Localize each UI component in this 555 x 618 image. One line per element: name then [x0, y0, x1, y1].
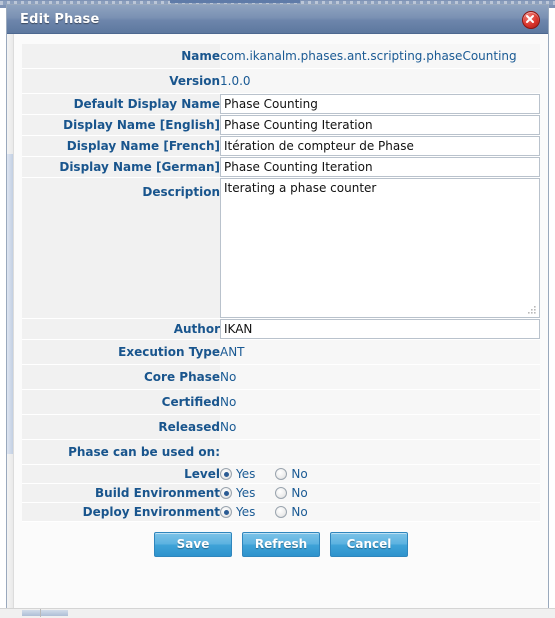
radio-group: Yes No	[220, 503, 540, 521]
form-row: Display Name [French]	[22, 135, 540, 157]
dialog-titlebar: Edit Phase	[7, 5, 548, 34]
radio-option-label: No	[291, 486, 308, 500]
field-label: Phase can be used on:	[22, 439, 220, 465]
text-input[interactable]	[220, 136, 540, 156]
save-button[interactable]: Save	[154, 532, 232, 557]
radio-button[interactable]	[220, 468, 232, 480]
radio-group: Yes No	[220, 484, 540, 502]
field-label: Level	[22, 464, 220, 484]
field-label: Build Environment	[22, 483, 220, 503]
radio-option[interactable]: No	[275, 467, 308, 481]
form-row: Default Display Name	[22, 93, 540, 115]
section-cell	[220, 439, 540, 465]
radio-option[interactable]: No	[275, 505, 308, 519]
description-textarea[interactable]	[220, 178, 540, 318]
field-input-cell	[220, 318, 540, 340]
field-label: Default Display Name	[22, 93, 220, 115]
radio-option[interactable]: No	[275, 486, 308, 500]
field-label: Certified	[22, 389, 220, 415]
readonly-value: 1.0.0	[220, 68, 540, 94]
text-input[interactable]	[220, 94, 540, 114]
radio-option[interactable]: Yes	[220, 467, 255, 481]
scrollbar-tick	[40, 609, 41, 617]
dialog-footer: Save Refresh Cancel	[22, 522, 540, 569]
textarea-wrapper	[220, 178, 540, 318]
radio-button[interactable]	[220, 506, 232, 518]
form-row: Build Environment Yes No	[22, 483, 540, 503]
dialog-title: Edit Phase	[20, 11, 100, 27]
horizontal-scrollbar-thumb[interactable]	[22, 610, 68, 616]
radio-button[interactable]	[275, 506, 288, 518]
radio-option-label: Yes	[236, 467, 256, 481]
field-label: Name	[22, 44, 220, 69]
field-label: Deploy Environment	[22, 502, 220, 522]
radio-option[interactable]: Yes	[220, 505, 255, 519]
readonly-value: No	[220, 414, 540, 440]
readonly-value: ANT	[220, 339, 540, 365]
form-row: Name com.ikanalm.phases.ant.scripting.pha…	[22, 44, 540, 69]
readonly-value: com.ikanalm.phases.ant.scripting.phaseCo…	[220, 44, 540, 69]
radio-cell: Yes No	[220, 502, 540, 522]
field-label: Core Phase	[22, 364, 220, 390]
field-label: Version	[22, 68, 220, 94]
form-row: Phase can be used on:	[22, 439, 540, 465]
form-row: Certified No	[22, 389, 540, 415]
description-cell	[220, 177, 540, 319]
dialog-body: Name com.ikanalm.phases.ant.scripting.pha…	[7, 34, 548, 608]
form-row: Deploy Environment Yes No	[22, 502, 540, 522]
dialog-content: Name com.ikanalm.phases.ant.scripting.pha…	[14, 34, 548, 608]
radio-option[interactable]: Yes	[220, 486, 255, 500]
phase-form: Name com.ikanalm.phases.ant.scripting.pha…	[22, 44, 540, 522]
form-row: Author	[22, 318, 540, 340]
field-label: Execution Type	[22, 339, 220, 365]
edit-phase-dialog: Edit Phase Name com.ikanalm.phases.ant.sc…	[6, 4, 549, 609]
vertical-scrollbar-thumb[interactable]	[7, 154, 13, 454]
horizontal-scrollbar[interactable]	[0, 608, 555, 618]
readonly-value: No	[220, 389, 540, 415]
readonly-value: No	[220, 364, 540, 390]
field-label: Display Name [French]	[22, 135, 220, 157]
radio-cell: Yes No	[220, 464, 540, 484]
field-input-cell	[220, 93, 540, 115]
radio-option-label: Yes	[236, 505, 256, 519]
form-row: Version 1.0.0	[22, 68, 540, 94]
radio-option-label: Yes	[236, 486, 256, 500]
text-input[interactable]	[220, 115, 540, 135]
field-input-cell	[220, 156, 540, 178]
form-row: Core Phase No	[22, 364, 540, 390]
form-row: Display Name [English]	[22, 114, 540, 136]
radio-group: Yes No	[220, 465, 540, 483]
radio-button[interactable]	[275, 468, 288, 480]
field-input-cell	[220, 114, 540, 136]
text-input[interactable]	[220, 319, 540, 339]
form-row: Execution Type ANT	[22, 339, 540, 365]
text-input[interactable]	[220, 157, 540, 177]
field-input-cell	[220, 135, 540, 157]
field-label: Description	[22, 177, 220, 319]
close-icon[interactable]	[522, 11, 540, 29]
radio-button[interactable]	[220, 487, 232, 499]
radio-button[interactable]	[275, 487, 288, 499]
field-label: Display Name [German]	[22, 156, 220, 178]
field-label: Released	[22, 414, 220, 440]
refresh-button[interactable]: Refresh	[241, 532, 321, 557]
vertical-scrollbar[interactable]	[7, 34, 14, 608]
form-row: Level Yes No	[22, 464, 540, 484]
field-label: Display Name [English]	[22, 114, 220, 136]
radio-cell: Yes No	[220, 483, 540, 503]
form-row: Display Name [German]	[22, 156, 540, 178]
radio-option-label: No	[291, 505, 308, 519]
form-row: Description	[22, 177, 540, 319]
background-strip-segment	[170, 0, 300, 3]
form-row: Released No	[22, 414, 540, 440]
cancel-button[interactable]: Cancel	[330, 532, 408, 557]
field-label: Author	[22, 318, 220, 340]
radio-option-label: No	[291, 467, 308, 481]
